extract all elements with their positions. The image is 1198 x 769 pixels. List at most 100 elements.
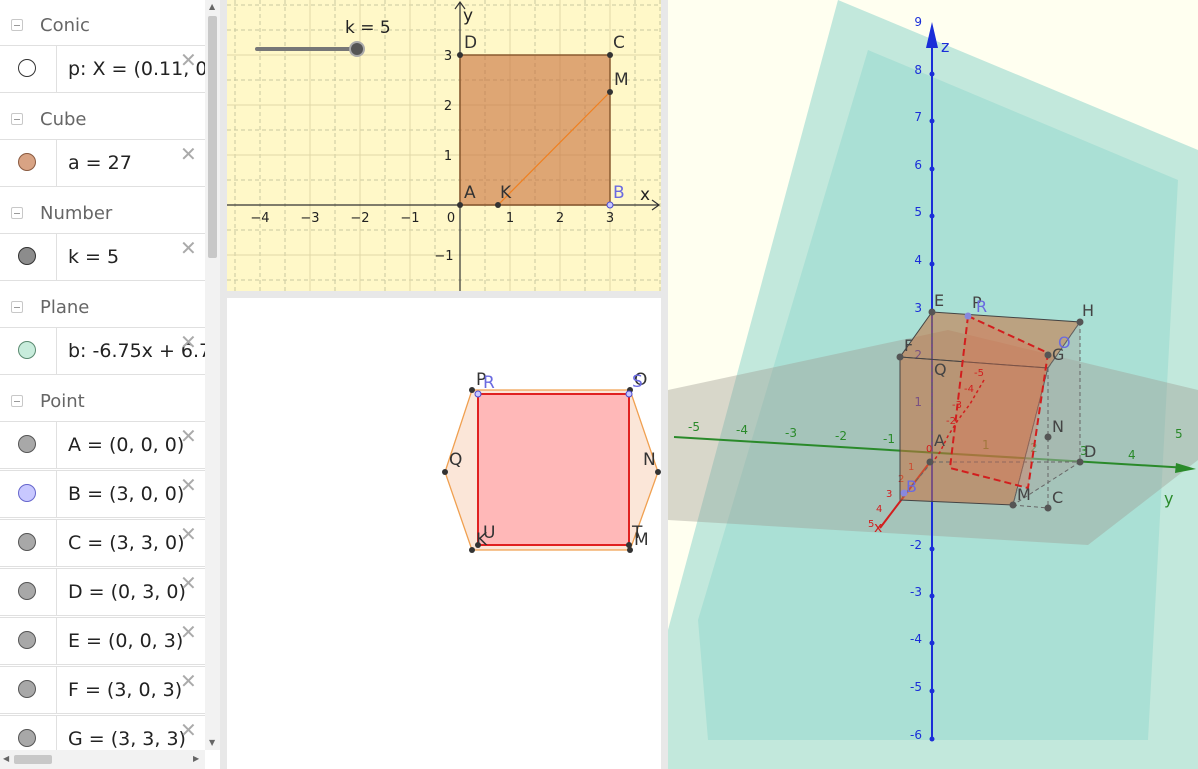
close-icon[interactable]: ✕ [180,144,197,164]
z-tick-label: 8 [914,63,922,77]
algebra-horizontal-scrollbar[interactable]: ◀ ▶ [0,750,205,769]
algebra-definition[interactable]: A = (0, 0, 0) [68,434,184,456]
graphics-view-2d[interactable]: x y −4 −3 −2 −1 0 1 2 3 3 2 1 −1 A B C D… [227,0,661,291]
algebra-item-point-e[interactable]: E = (0, 0, 3) ✕ [0,617,205,665]
view-divider[interactable] [661,0,668,769]
point-p[interactable] [469,387,475,393]
algebra-item-number-k[interactable]: k = 5 ✕ [0,233,205,281]
visibility-toggle-icon[interactable] [18,435,36,453]
algebra-definition[interactable]: k = 5 [68,246,119,268]
algebra-definition[interactable]: B = (3, 0, 0) [68,483,184,505]
algebra-item-point-b[interactable]: B = (3, 0, 0) ✕ [0,470,205,518]
visibility-toggle-icon[interactable] [18,582,36,600]
x-axis-label: x [640,185,650,205]
view-divider[interactable] [227,291,661,298]
point-label-a: A [464,183,476,203]
group-header-conic[interactable]: Conic [0,3,205,45]
point-d[interactable] [457,52,463,58]
visibility-toggle-icon[interactable] [18,484,36,502]
point-a[interactable] [457,202,463,208]
point-label-m: M [614,70,629,90]
square-section[interactable] [477,393,630,546]
collapse-icon[interactable] [11,113,23,125]
group-header-cube[interactable]: Cube [0,97,205,139]
close-icon[interactable]: ✕ [180,524,197,544]
collapse-icon[interactable] [11,19,23,31]
visibility-toggle-icon[interactable] [18,533,36,551]
collapse-icon[interactable] [11,395,23,407]
close-icon[interactable]: ✕ [180,238,197,258]
collapse-icon[interactable] [11,301,23,313]
visibility-toggle-icon[interactable] [18,59,36,77]
x-tick-label: 2 [556,211,564,226]
graphics-view-3d[interactable]: z 9 8 7 6 5 4 3 2 1 -2 -3 -4 -5 -6 y -5 … [668,0,1198,769]
visibility-toggle-icon[interactable] [18,341,36,359]
point-p[interactable] [964,312,972,320]
scrollbar-thumb[interactable] [208,16,217,258]
point-n[interactable] [1044,433,1052,441]
close-icon[interactable]: ✕ [180,475,197,495]
group-title: Number [40,203,113,224]
point-m2[interactable] [627,547,633,553]
algebra-item-conic-p[interactable]: p: X = (0.11, 0 ✕ [0,45,205,93]
point-k2[interactable] [469,547,475,553]
point-r[interactable] [474,390,482,398]
z-tick-label: -3 [910,585,922,599]
group-title: Point [40,391,85,412]
scrollbar-thumb[interactable] [14,755,52,764]
scroll-up-icon[interactable]: ▲ [209,2,215,11]
close-icon[interactable]: ✕ [180,573,197,593]
group-header-point[interactable]: Point [0,379,205,421]
close-icon[interactable]: ✕ [180,332,197,352]
close-icon[interactable]: ✕ [180,50,197,70]
algebra-item-point-a[interactable]: A = (0, 0, 0) ✕ [0,421,205,469]
point-g[interactable] [1044,351,1052,359]
collapse-icon[interactable] [11,207,23,219]
point-n[interactable] [655,469,661,475]
algebra-definition[interactable]: G = (3, 3, 3) [68,728,186,750]
algebra-definition[interactable]: F = (3, 0, 3) [68,679,182,701]
x-tick-label: −2 [350,211,369,226]
x-tick-label: 4 [876,504,882,515]
slider-handle[interactable] [349,41,365,57]
visibility-toggle-icon[interactable] [18,153,36,171]
z-tick-label: -4 [910,632,922,646]
scroll-down-icon[interactable]: ▼ [209,738,215,747]
square-face[interactable] [459,54,611,206]
point-label-q: Q [449,450,462,470]
algebra-item-point-f[interactable]: F = (3, 0, 3) ✕ [0,666,205,714]
algebra-definition[interactable]: D = (0, 3, 0) [68,581,186,603]
algebra-definition[interactable]: C = (3, 3, 0) [68,532,185,554]
algebra-item-cube-a[interactable]: a = 27 ✕ [0,139,205,187]
scroll-right-icon[interactable]: ▶ [193,754,199,763]
view-divider[interactable] [220,0,227,769]
point-f[interactable] [896,353,904,361]
z-tick-label: -6 [910,728,922,742]
close-icon[interactable]: ✕ [180,426,197,446]
graphics-view-2[interactable]: P R O S Q N U K T M [227,298,661,769]
algebra-definition[interactable]: E = (0, 0, 3) [68,630,183,652]
algebra-definition[interactable]: a = 27 [68,152,132,174]
algebra-vertical-scrollbar[interactable]: ▲ ▼ [205,0,220,750]
point-m[interactable] [1009,501,1017,509]
algebra-item-point-c[interactable]: C = (3, 3, 0) ✕ [0,519,205,567]
close-icon[interactable]: ✕ [180,622,197,642]
scroll-left-icon[interactable]: ◀ [3,754,9,763]
point-label-d: D [464,33,477,53]
point-d[interactable] [1076,458,1084,466]
point-m[interactable] [607,89,613,95]
visibility-toggle-icon[interactable] [18,631,36,649]
visibility-toggle-icon[interactable] [18,680,36,698]
point-label-m: M [1017,485,1031,504]
close-icon[interactable]: ✕ [180,720,197,740]
group-header-plane[interactable]: Plane [0,285,205,327]
point-a[interactable] [926,458,934,466]
close-icon[interactable]: ✕ [180,671,197,691]
algebra-item-point-d[interactable]: D = (0, 3, 0) ✕ [0,568,205,616]
point-q[interactable] [442,469,448,475]
point-c[interactable] [1044,504,1052,512]
visibility-toggle-icon[interactable] [18,729,36,747]
visibility-toggle-icon[interactable] [18,247,36,265]
group-header-number[interactable]: Number [0,191,205,233]
algebra-item-plane-b[interactable]: b: -6.75x + 6.7 ✕ [0,327,205,375]
